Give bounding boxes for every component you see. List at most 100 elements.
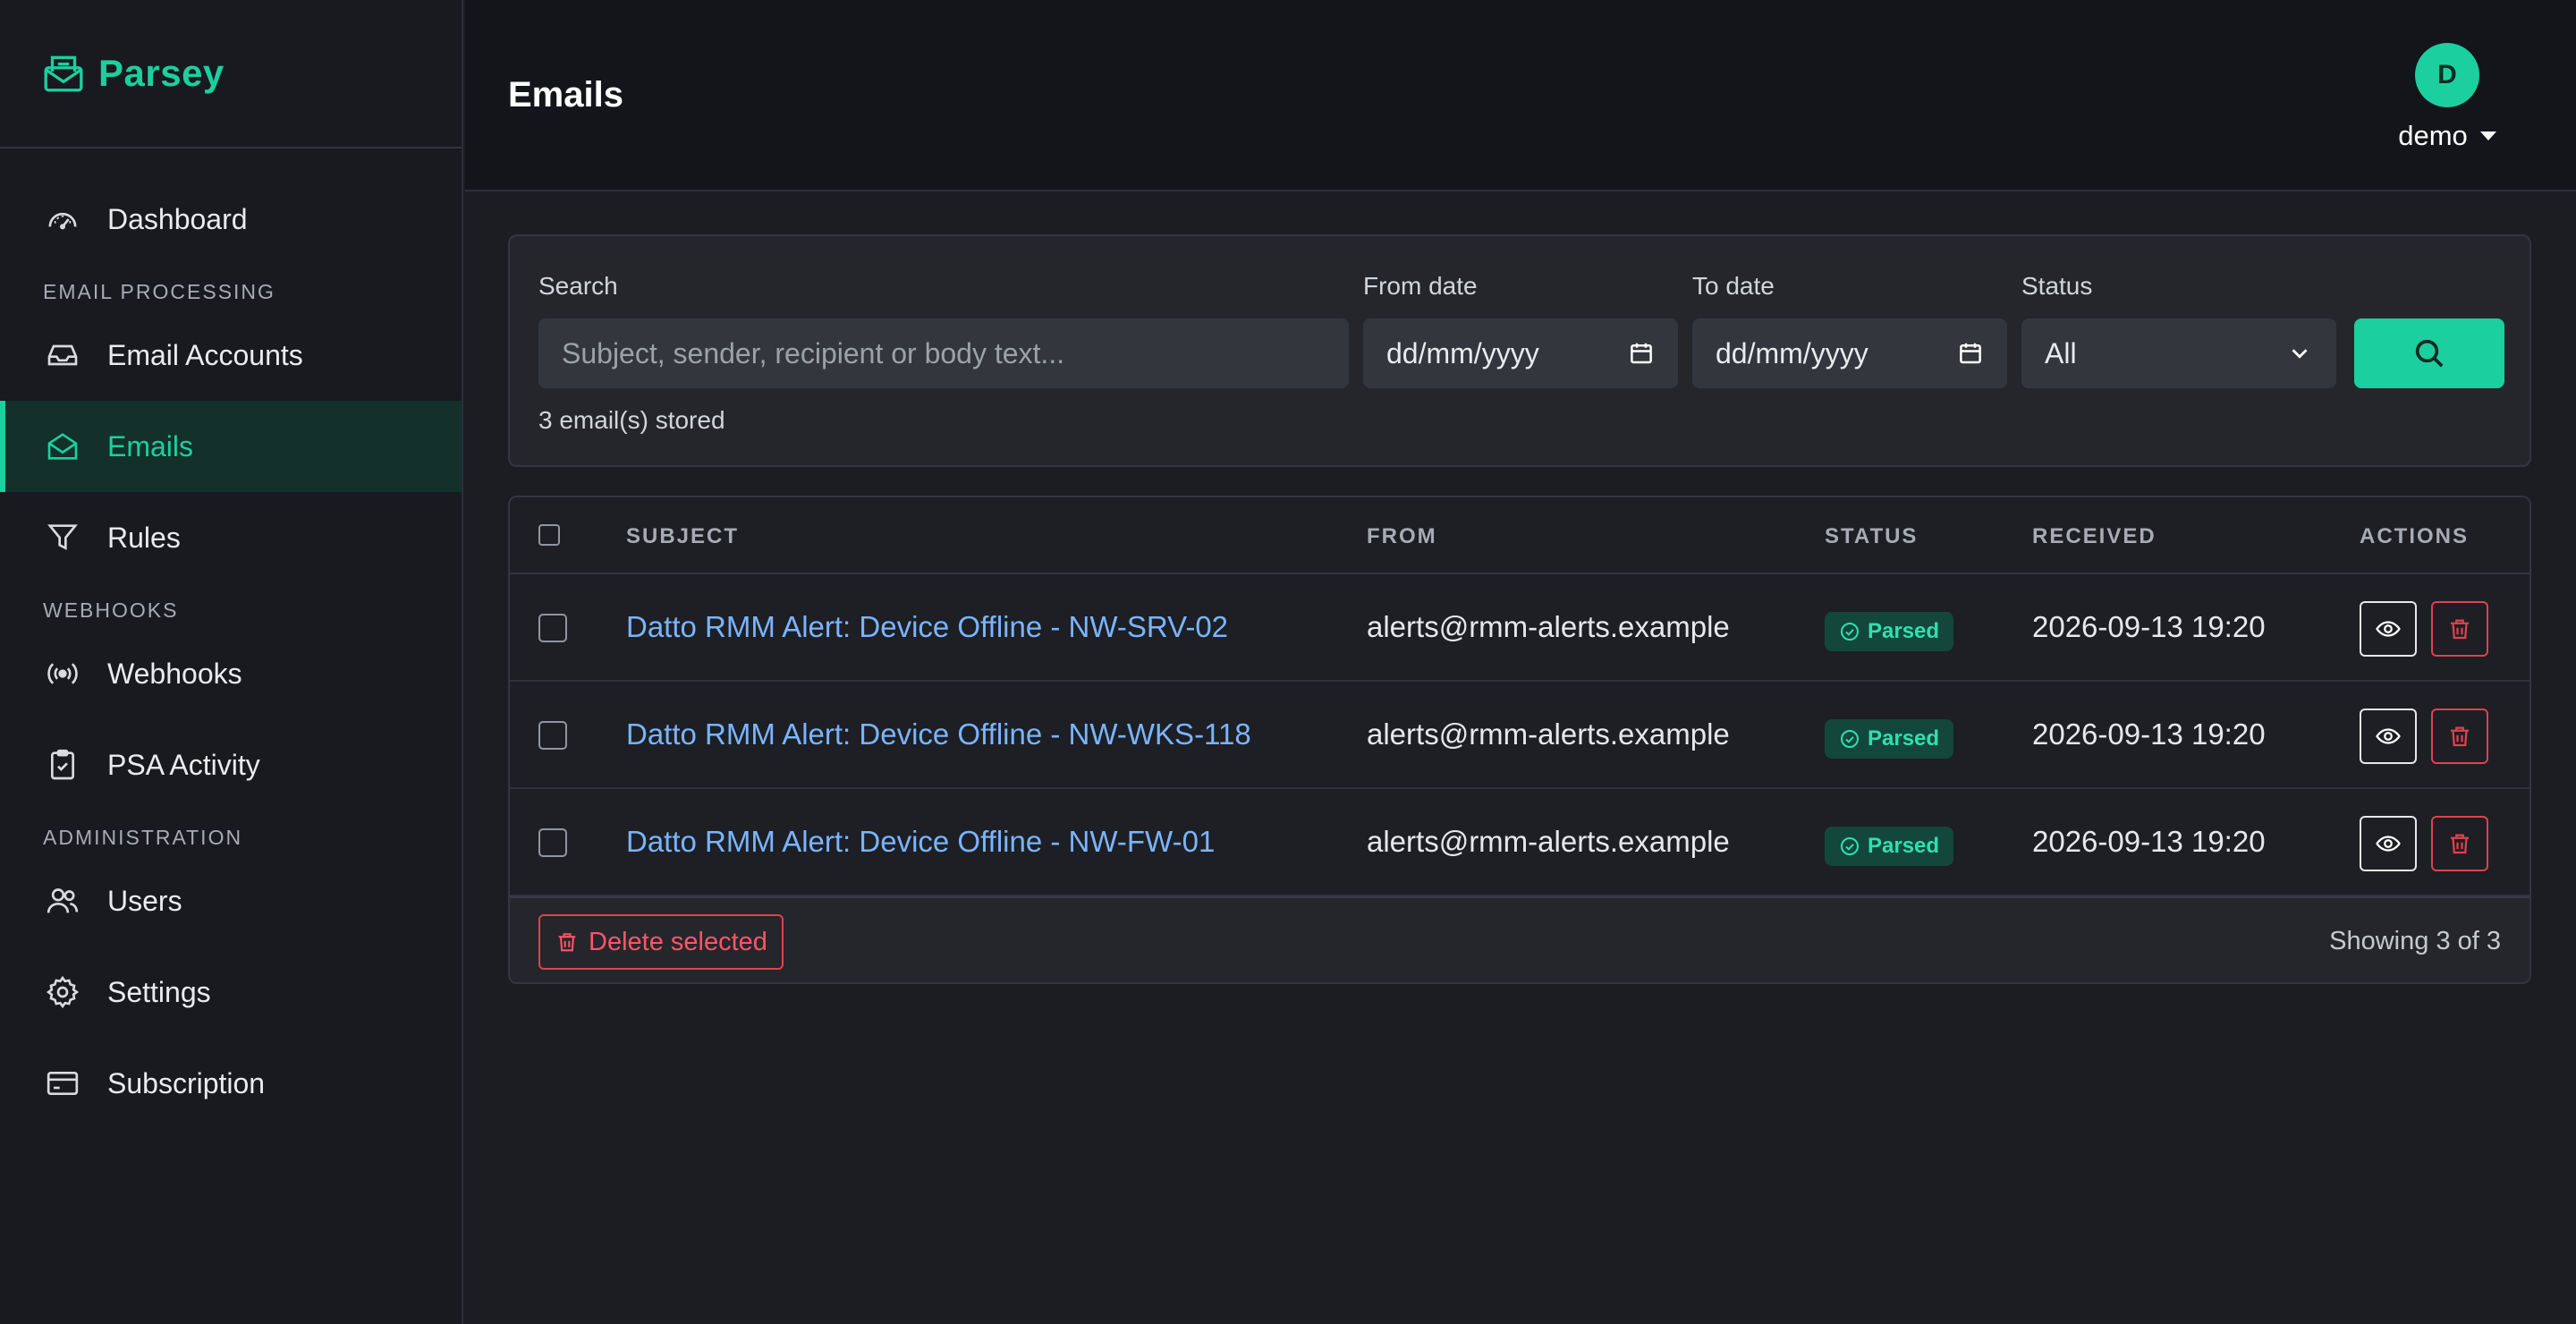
sidebar-item-dashboard[interactable]: Dashboard <box>0 174 462 265</box>
username: demo <box>2398 120 2468 151</box>
email-from: alerts@rmm-alerts.example <box>1367 610 1730 643</box>
status-select-value: All <box>2045 336 2077 369</box>
delete-button[interactable] <box>2431 709 2488 764</box>
user-menu-toggle[interactable]: demo <box>2398 120 2496 152</box>
sidebar-item-subscription[interactable]: Subscription <box>0 1038 462 1129</box>
row-checkbox[interactable] <box>538 828 567 857</box>
check-circle-icon <box>1841 623 1859 641</box>
table-row: Datto RMM Alert: Device Offline - NW-SRV… <box>510 574 2529 682</box>
from-date-value: dd/mm/yyyy <box>1386 336 1539 369</box>
trash-icon <box>2451 619 2469 640</box>
sidebar-item-email-accounts[interactable]: Email Accounts <box>0 310 462 401</box>
view-button[interactable] <box>2360 601 2417 657</box>
calendar-icon[interactable] <box>1628 340 1655 367</box>
delete-button[interactable] <box>2431 816 2488 871</box>
view-button[interactable] <box>2360 709 2417 764</box>
eye-icon <box>2376 728 2401 744</box>
table-header: SUBJECT FROM STATUS RECEIVED ACTIONS <box>510 497 2529 574</box>
view-button[interactable] <box>2360 816 2417 871</box>
gauge-icon <box>48 212 77 230</box>
sidebar-item-webhooks[interactable]: Webhooks <box>0 628 462 719</box>
email-subject-link[interactable]: Datto RMM Alert: Device Offline - NW-SRV… <box>626 610 1228 644</box>
avatar[interactable]: D <box>2415 43 2479 107</box>
table-footer: Delete selected Showing 3 of 3 <box>510 896 2529 982</box>
sidebar-item-label: Settings <box>107 975 211 1008</box>
calendar-icon[interactable] <box>1957 340 1984 367</box>
column-header-received[interactable]: RECEIVED <box>2032 524 2157 549</box>
trash-icon <box>2451 834 2469 854</box>
search-button[interactable] <box>2354 318 2504 388</box>
delete-selected-button[interactable]: Delete selected <box>538 914 784 970</box>
sidebar-item-label: Users <box>107 884 182 917</box>
status-badge-label: Parsed <box>1868 619 1940 643</box>
user-menu[interactable]: D demo <box>2385 43 2510 152</box>
email-subject-link[interactable]: Datto RMM Alert: Device Offline - NW-FW-… <box>626 825 1215 859</box>
email-from: alerts@rmm-alerts.example <box>1367 717 1730 751</box>
sidebar: Parsey Dashboard EMAIL PROCESSING Email … <box>0 0 463 1324</box>
email-received: 2026-09-13 19:20 <box>2032 717 2266 751</box>
sidebar-item-label: Subscription <box>107 1066 266 1099</box>
sidebar-section-administration: ADMINISTRATION <box>43 826 243 849</box>
column-header-status[interactable]: STATUS <box>1825 524 1918 549</box>
sidebar-section-email-processing: EMAIL PROCESSING <box>43 280 275 303</box>
sidebar-item-label: Dashboard <box>107 202 248 235</box>
row-checkbox[interactable] <box>538 614 567 642</box>
search-field[interactable] <box>538 318 1349 388</box>
sidebar-item-label: PSA Activity <box>107 748 260 781</box>
broadcast-icon <box>47 663 78 684</box>
search-icon <box>2415 339 2444 368</box>
to-date-input[interactable]: dd/mm/yyyy <box>1692 318 2007 388</box>
clipboard-check-icon <box>51 749 74 780</box>
delete-button[interactable] <box>2431 601 2488 657</box>
eye-icon <box>2376 836 2401 852</box>
brand[interactable]: Parsey <box>0 0 462 149</box>
status-badge: Parsed <box>1825 719 1954 759</box>
stored-count: 3 email(s) stored <box>538 406 725 434</box>
chevron-down-icon <box>2292 349 2308 359</box>
inbox-icon <box>47 344 78 366</box>
emails-table: SUBJECT FROM STATUS RECEIVED ACTIONS Dat… <box>508 496 2531 984</box>
sidebar-section-webhooks: WEBHOOKS <box>43 598 179 622</box>
sidebar-item-users[interactable]: Users <box>0 855 462 946</box>
to-date-label: To date <box>1692 272 1775 300</box>
trash-icon <box>558 933 576 952</box>
sidebar-item-label: Webhooks <box>107 657 242 690</box>
search-input[interactable] <box>562 336 1326 370</box>
filter-panel: Search From date dd/mm/yyyy To date dd/m… <box>508 234 2531 467</box>
delete-selected-label: Delete selected <box>589 927 767 956</box>
caret-down-icon <box>2479 132 2496 140</box>
email-received: 2026-09-13 19:20 <box>2032 610 2266 643</box>
select-all-checkbox[interactable] <box>538 524 560 546</box>
column-header-actions: ACTIONS <box>2360 524 2469 548</box>
status-badge-label: Parsed <box>1868 834 1940 858</box>
sidebar-item-psa-activity[interactable]: PSA Activity <box>0 719 462 811</box>
gear-icon <box>46 975 80 1009</box>
sidebar-nav: Dashboard EMAIL PROCESSING Email Account… <box>0 149 462 1129</box>
topbar: Emails D demo <box>465 0 2576 191</box>
filter-icon <box>47 524 78 550</box>
sidebar-item-settings[interactable]: Settings <box>0 946 462 1038</box>
mail-open-icon <box>44 55 83 92</box>
sidebar-item-emails[interactable]: Emails <box>0 401 462 492</box>
to-date-value: dd/mm/yyyy <box>1716 336 1868 369</box>
column-header-from[interactable]: FROM <box>1367 524 1437 549</box>
mail-open-icon <box>47 433 78 460</box>
status-select[interactable]: All <box>2021 318 2336 388</box>
sidebar-item-label: Emails <box>107 429 194 463</box>
sidebar-item-label: Rules <box>107 521 181 554</box>
check-circle-icon <box>1841 730 1859 748</box>
status-badge-label: Parsed <box>1868 726 1940 751</box>
eye-icon <box>2376 621 2401 637</box>
table-row: Datto RMM Alert: Device Offline - NW-FW-… <box>510 789 2529 896</box>
status-badge: Parsed <box>1825 827 1954 866</box>
column-header-subject[interactable]: SUBJECT <box>626 524 739 549</box>
email-subject-link[interactable]: Datto RMM Alert: Device Offline - NW-WKS… <box>626 717 1251 751</box>
sidebar-item-rules[interactable]: Rules <box>0 492 462 583</box>
sidebar-item-label: Email Accounts <box>107 338 303 371</box>
credit-card-icon <box>47 1072 79 1095</box>
table-row: Datto RMM Alert: Device Offline - NW-WKS… <box>510 682 2529 789</box>
from-date-input[interactable]: dd/mm/yyyy <box>1363 318 1678 388</box>
row-checkbox[interactable] <box>538 721 567 750</box>
status-badge: Parsed <box>1825 612 1954 651</box>
brand-name: Parsey <box>98 52 225 94</box>
